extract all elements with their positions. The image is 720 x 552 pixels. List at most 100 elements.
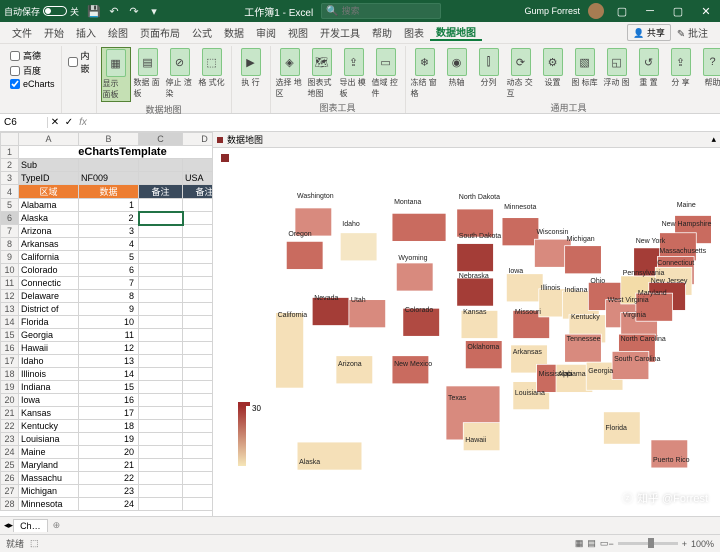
search-input[interactable] — [342, 6, 437, 16]
tab-draw[interactable]: 绘图 — [102, 25, 134, 40]
cell[interactable]: California — [19, 251, 79, 264]
cell[interactable] — [139, 355, 183, 368]
tab-insert[interactable]: 插入 — [70, 25, 102, 40]
name-box[interactable]: C6 — [0, 117, 48, 128]
cell[interactable]: 4 — [79, 238, 139, 251]
state-shape[interactable] — [565, 246, 602, 274]
minimize-icon[interactable]: ─ — [640, 5, 660, 17]
maximize-icon[interactable]: ▢ — [668, 5, 688, 18]
cell[interactable] — [139, 199, 183, 212]
cell[interactable] — [139, 277, 183, 290]
cell[interactable]: 24 — [79, 498, 139, 511]
cell[interactable]: 10 — [79, 316, 139, 329]
cell[interactable] — [139, 264, 183, 277]
enter-icon[interactable]: ✓ — [62, 117, 76, 128]
cell[interactable]: Idaho — [19, 355, 79, 368]
cell[interactable]: Alabama — [19, 199, 79, 212]
chk-echarts[interactable]: eCharts — [8, 78, 57, 90]
cell[interactable]: 17 — [79, 407, 139, 420]
cell[interactable]: 3 — [79, 225, 139, 238]
btn-heataxis[interactable]: ◉热轴 — [442, 47, 472, 89]
tab-file[interactable]: 文件 — [6, 25, 38, 40]
search-box[interactable]: 🔍 — [321, 3, 441, 19]
cell[interactable] — [183, 459, 213, 472]
btn-freeze[interactable]: ❄冻结 窗格 — [410, 47, 440, 100]
cell[interactable]: Delaware — [19, 290, 79, 303]
cell[interactable] — [183, 199, 213, 212]
cell[interactable] — [183, 381, 213, 394]
tab-developer[interactable]: 开发工具 — [314, 25, 366, 40]
cell[interactable]: Arizona — [19, 225, 79, 238]
cell[interactable] — [139, 381, 183, 394]
cell[interactable]: 12 — [79, 342, 139, 355]
btn-stop-render[interactable]: ⊘停止 渲染 — [165, 47, 195, 100]
cell[interactable]: 8 — [79, 290, 139, 303]
col-header[interactable]: A — [19, 133, 79, 146]
cell[interactable]: 18 — [79, 420, 139, 433]
user-avatar-icon[interactable] — [588, 3, 604, 19]
cell[interactable] — [139, 459, 183, 472]
cell[interactable] — [139, 368, 183, 381]
btn-reset[interactable]: ↺重 置 — [634, 47, 664, 89]
cell[interactable] — [139, 485, 183, 498]
cell[interactable]: Arkansas — [19, 238, 79, 251]
cell[interactable]: 1 — [79, 199, 139, 212]
cell[interactable]: 15 — [79, 381, 139, 394]
cell[interactable]: 6 — [79, 264, 139, 277]
cell[interactable]: Maryland — [19, 459, 79, 472]
cell[interactable]: Illinois — [19, 368, 79, 381]
add-sheet-icon[interactable]: ⊕ — [48, 520, 66, 531]
cell[interactable]: 23 — [79, 485, 139, 498]
cell[interactable]: Alaska — [19, 212, 79, 225]
cell[interactable]: 20 — [79, 446, 139, 459]
save-icon[interactable]: 💾 — [87, 4, 101, 18]
tab-help[interactable]: 帮助 — [366, 25, 398, 40]
cell[interactable] — [139, 225, 183, 238]
state-shape[interactable] — [603, 412, 640, 444]
btn-iconlib[interactable]: ▧图 标库 — [570, 47, 600, 89]
cell[interactable]: 13 — [79, 355, 139, 368]
cell[interactable] — [183, 368, 213, 381]
btn-share[interactable]: ⇪分 享 — [666, 47, 696, 89]
cell[interactable]: Colorado — [19, 264, 79, 277]
share-button[interactable]: 👤 共享 — [627, 24, 671, 41]
state-shape[interactable] — [457, 244, 494, 272]
state-shape[interactable] — [502, 218, 539, 246]
cell[interactable] — [183, 394, 213, 407]
view-pagebreak-icon[interactable]: ▭ — [600, 538, 609, 549]
cell[interactable] — [139, 238, 183, 251]
chk-gaode[interactable]: 高德 — [8, 48, 57, 63]
undo-icon[interactable]: ↶ — [107, 4, 121, 18]
user-name[interactable]: Gump Forrest — [524, 6, 580, 16]
cell[interactable] — [139, 342, 183, 355]
cell[interactable]: Florida — [19, 316, 79, 329]
cell[interactable] — [139, 316, 183, 329]
col-header[interactable]: B — [79, 133, 139, 146]
btn-help[interactable]: ?帮助 — [698, 47, 720, 89]
cell[interactable]: 14 — [79, 368, 139, 381]
btn-valuerange[interactable]: ▭值域 控件 — [371, 47, 401, 100]
btn-float[interactable]: ◱浮动 图 — [602, 47, 632, 89]
cell[interactable] — [139, 303, 183, 316]
autosave-toggle[interactable]: 自动保存 关 — [4, 5, 79, 18]
state-shape[interactable] — [336, 356, 373, 384]
fx-icon[interactable]: fx — [76, 117, 90, 128]
chk-neizhi[interactable]: 内嵌 — [66, 48, 92, 76]
cell[interactable] — [139, 498, 183, 511]
cell[interactable] — [183, 264, 213, 277]
btn-run[interactable]: ▶执 行 — [236, 47, 266, 89]
btn-export[interactable]: ⇪导出 模板 — [339, 47, 369, 100]
cell[interactable] — [183, 355, 213, 368]
comments-button[interactable]: ✎ 批注 — [671, 25, 714, 40]
cell[interactable]: 5 — [79, 251, 139, 264]
state-shape[interactable] — [461, 310, 498, 338]
col-header[interactable]: C — [139, 133, 183, 146]
cell[interactable]: 9 — [79, 303, 139, 316]
btn-chart-map[interactable]: 🗺图表式 地图 — [307, 47, 337, 100]
cell[interactable] — [139, 290, 183, 303]
state-shape[interactable] — [392, 213, 446, 241]
cell[interactable]: Minnesota — [19, 498, 79, 511]
cell[interactable] — [183, 303, 213, 316]
cell[interactable] — [183, 420, 213, 433]
spreadsheet-grid[interactable]: ABCD1eChartsTemplate2Sub3TypeIDNF009USA4… — [0, 132, 212, 516]
